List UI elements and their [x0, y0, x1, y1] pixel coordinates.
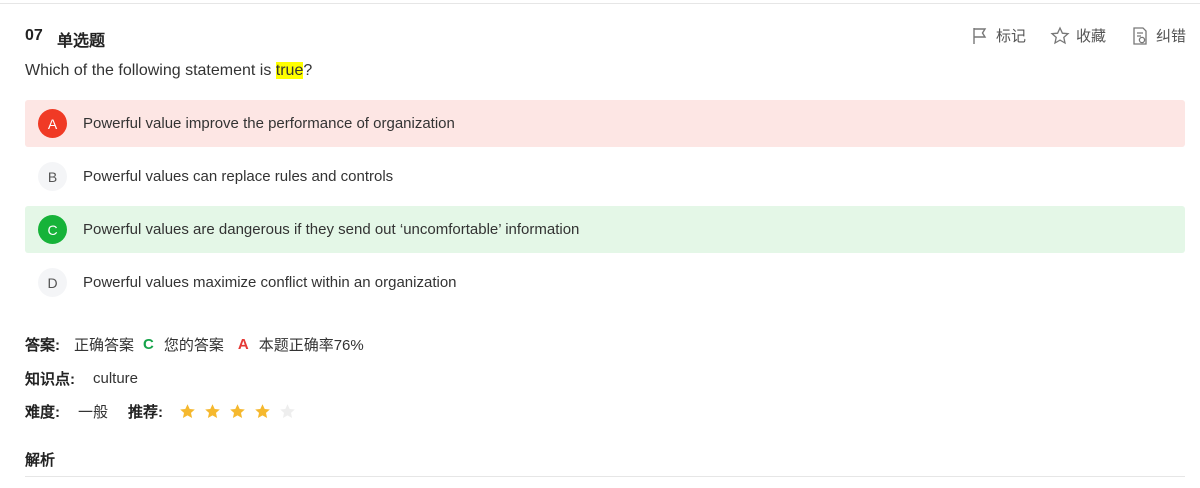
knowledge-label: 知识点: [25, 371, 75, 388]
knowledge-value: culture [93, 370, 139, 387]
option-b-badge: B [38, 162, 67, 191]
option-c[interactable]: C Powerful values are dangerous if they … [25, 206, 1185, 253]
star-filled-icon [230, 404, 245, 418]
difficulty-label: 难度: [25, 404, 60, 421]
favorite-label: 收藏 [1075, 28, 1106, 45]
difficulty-value: 一般 [78, 404, 109, 421]
star-filled-icon [180, 404, 195, 418]
recommend-stars [179, 403, 296, 420]
analysis-heading: 解析 [25, 452, 56, 469]
question-actions: 标记 收藏 纠错 [970, 25, 1186, 46]
report-label: 纠错 [1155, 28, 1186, 45]
question-text-after: ? [303, 62, 313, 79]
question-type: 单选题 [57, 33, 106, 50]
option-a-badge: A [38, 109, 67, 138]
option-b-text: Powerful values can replace rules and co… [83, 168, 394, 185]
flag-icon [970, 26, 990, 46]
option-d-badge: D [38, 268, 67, 297]
bottom-divider [25, 476, 1185, 477]
star-outline-icon [1050, 25, 1070, 46]
option-a-text: Powerful value improve the performance o… [83, 115, 455, 132]
star-filled-icon [255, 404, 270, 418]
answer-label: 答案: [25, 337, 60, 354]
star-empty-icon [280, 404, 295, 418]
option-c-badge: C [38, 215, 67, 244]
mark-button[interactable]: 标记 [970, 25, 1026, 46]
difficulty-row: 难度: 一般 推荐: [25, 401, 296, 422]
question-text: Which of the following statement is true… [25, 62, 312, 80]
correct-rate-text: 本题正确率76% [258, 337, 364, 354]
option-b[interactable]: B Powerful values can replace rules and … [25, 153, 1185, 200]
top-divider [0, 3, 1200, 4]
correct-answer-label: 正确答案 [74, 337, 135, 354]
star-filled-icon [205, 404, 220, 418]
your-answer-value: A [237, 336, 249, 353]
option-d[interactable]: D Powerful values maximize conflict with… [25, 259, 1185, 306]
recommend-label: 推荐: [128, 404, 164, 421]
report-error-button[interactable]: 纠错 [1130, 25, 1186, 46]
report-doc-icon [1130, 26, 1150, 46]
answer-row: 答案: 正确答案 C 您的答案 A 本题正确率76% [25, 334, 364, 355]
correct-answer-value: C [143, 336, 154, 353]
mark-label: 标记 [995, 28, 1026, 45]
option-d-text: Powerful values maximize conflict within… [83, 274, 457, 291]
your-answer-label: 您的答案 [163, 337, 224, 354]
question-text-before: Which of the following statement is [25, 62, 276, 79]
option-c-text: Powerful values are dangerous if they se… [83, 221, 580, 238]
question-header: 07 单选题 标记 收藏 纠错 [25, 25, 1186, 50]
question-highlight: true [275, 62, 304, 79]
options-list: A Powerful value improve the performance… [25, 100, 1185, 312]
knowledge-row: 知识点: culture [25, 368, 138, 389]
favorite-button[interactable]: 收藏 [1050, 25, 1106, 46]
question-number: 07 [25, 27, 43, 44]
option-a[interactable]: A Powerful value improve the performance… [25, 100, 1185, 147]
